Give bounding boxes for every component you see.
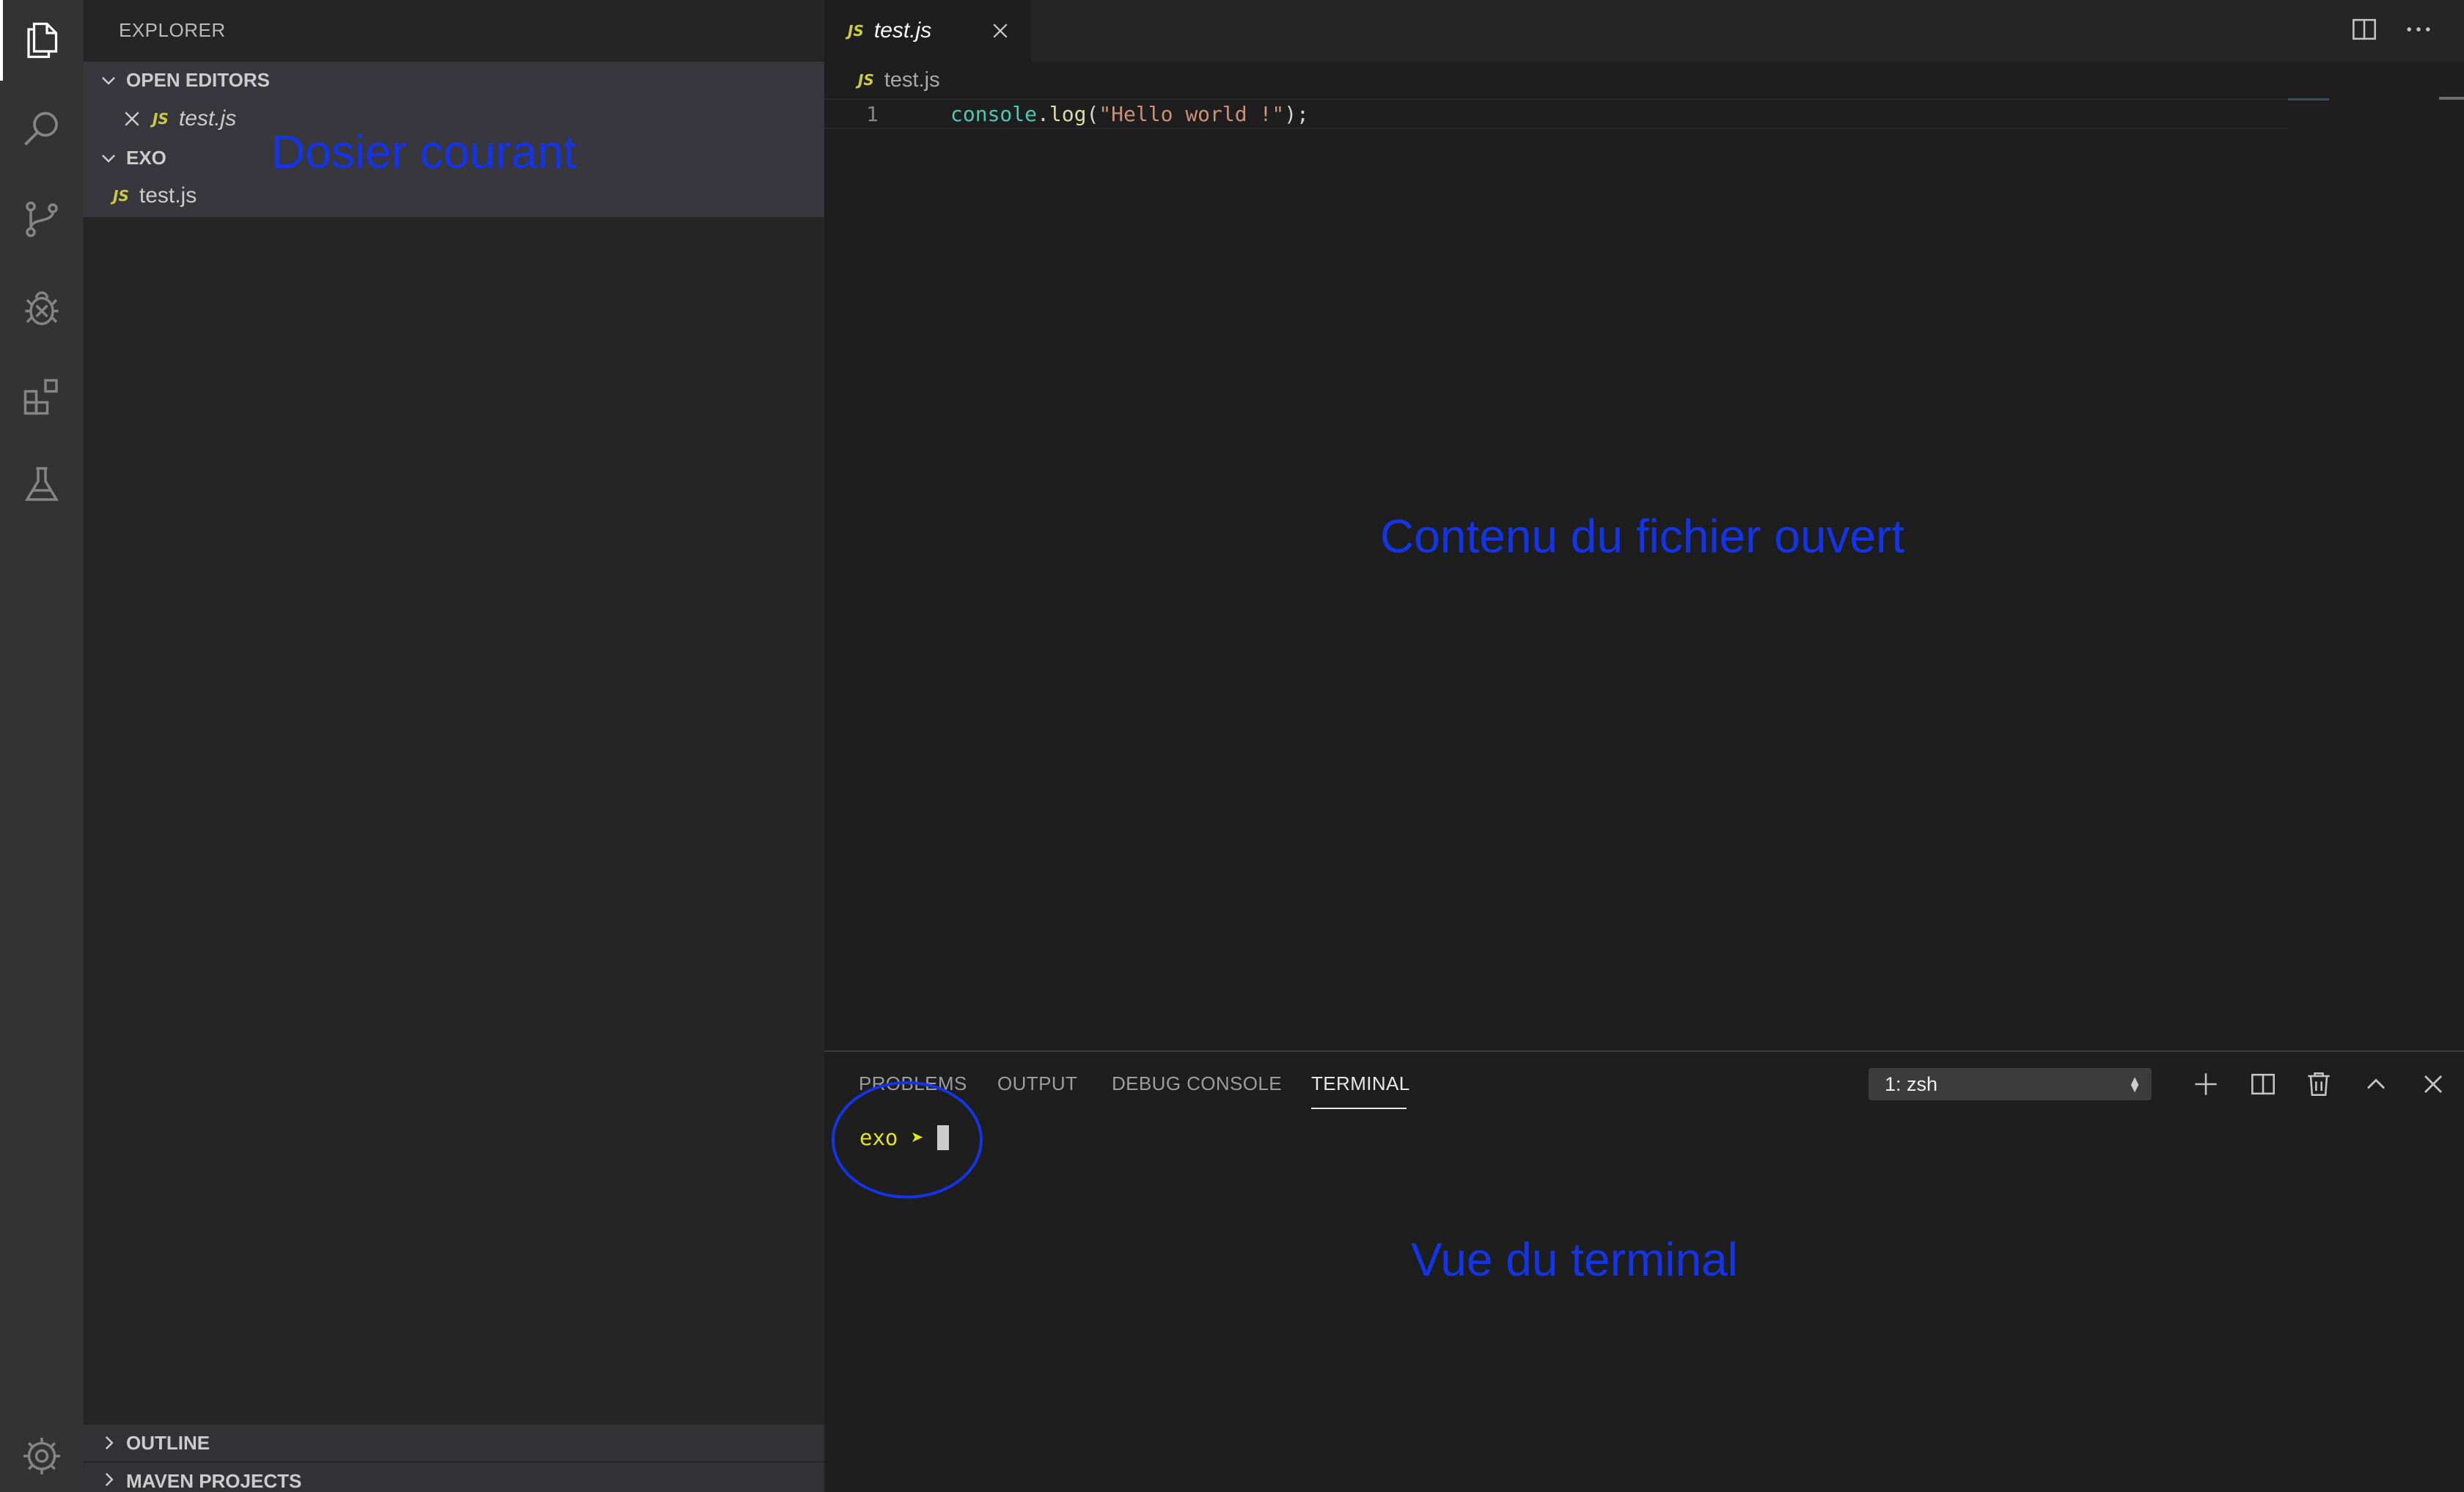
debug-icon[interactable] — [0, 267, 84, 348]
select-arrows-icon: ▲ ▼ — [2128, 1073, 2141, 1095]
tab-terminal[interactable]: TERMINAL — [1311, 1072, 1410, 1095]
split-terminal-icon[interactable] — [2247, 1068, 2279, 1100]
maximize-panel-icon[interactable] — [2360, 1068, 2392, 1100]
annotation-circle — [832, 1081, 983, 1199]
js-file-icon: JS — [858, 71, 874, 89]
chevron-right-icon — [91, 1470, 126, 1489]
open-editors-label: OPEN EDITORS — [126, 68, 271, 91]
trash-icon[interactable] — [2303, 1068, 2335, 1100]
chevron-down-icon — [91, 148, 126, 167]
annotation-file-content: Contenu du fichier ouvert — [1380, 510, 1905, 563]
code-token-dot: . — [1037, 101, 1049, 126]
source-control-icon[interactable] — [0, 179, 84, 260]
close-icon[interactable] — [122, 109, 142, 129]
gear-icon[interactable] — [0, 1416, 84, 1492]
minimap[interactable] — [2288, 98, 2464, 101]
terminal-select[interactable]: 1: zsh ▲ ▼ — [1869, 1068, 2152, 1100]
editor-actions — [2348, 13, 2435, 45]
sidebar-title: EXPLORER — [119, 19, 226, 41]
line-number: 1 — [866, 101, 879, 126]
open-editor-filename: test.js — [178, 106, 237, 131]
code-line[interactable]: 1 console.log("Hello world !"); — [824, 98, 2288, 129]
js-file-icon: JS — [848, 22, 864, 40]
close-icon[interactable] — [990, 21, 1011, 41]
more-actions-icon[interactable] — [2402, 13, 2435, 45]
code-token-object: console — [950, 101, 1038, 126]
explorer-sidebar: EXPLORER OPEN EDITORS JS test.js EXO JS … — [84, 0, 824, 1492]
code-token-function: log — [1049, 101, 1087, 126]
tab-label: test.js — [873, 18, 932, 43]
breadcrumb[interactable]: JS test.js — [858, 65, 940, 95]
open-editor-item[interactable]: JS test.js — [122, 100, 236, 137]
code-token-close: ); — [1284, 101, 1309, 126]
split-editor-icon[interactable] — [2348, 13, 2380, 45]
test-flask-icon[interactable] — [0, 445, 84, 525]
close-panel-icon[interactable] — [2417, 1068, 2449, 1100]
annotation-terminal-view: Vue du terminal — [1411, 1233, 1738, 1286]
activity-bar — [0, 0, 84, 1492]
explorer-icon[interactable] — [0, 0, 84, 81]
editor-tab-bar: JS test.js — [824, 0, 2464, 62]
code-token-open-paren: ( — [1086, 101, 1099, 126]
new-terminal-icon[interactable] — [2190, 1068, 2222, 1100]
folder-file-name: test.js — [139, 183, 197, 208]
chevron-right-icon — [91, 1433, 126, 1452]
annotation-current-folder: Dosier courant — [271, 125, 577, 178]
js-file-icon: JS — [113, 187, 129, 205]
folder-label: EXO — [126, 146, 166, 169]
outline-label: OUTLINE — [126, 1431, 210, 1454]
active-tab-indicator — [1311, 1108, 1407, 1109]
outline-header[interactable]: OUTLINE — [84, 1425, 824, 1461]
open-editors-header[interactable]: OPEN EDITORS — [84, 62, 824, 98]
maven-projects-label: MAVEN PROJECTS — [126, 1470, 302, 1492]
tab-output[interactable]: OUTPUT — [997, 1072, 1077, 1095]
folder-file-item[interactable]: JS test.js — [113, 178, 197, 214]
maven-projects-header[interactable]: MAVEN PROJECTS — [84, 1463, 824, 1492]
breadcrumb-filename: test.js — [884, 67, 940, 92]
terminal-select-value: 1: zsh — [1885, 1072, 1938, 1095]
js-file-icon: JS — [153, 110, 169, 128]
code-token-string: "Hello world !" — [1099, 101, 1285, 126]
overview-ruler — [2439, 97, 2464, 100]
search-icon[interactable] — [0, 89, 84, 170]
tab-debug-console[interactable]: DEBUG CONSOLE — [1112, 1072, 1282, 1095]
code-text: console.log("Hello world !"); — [950, 102, 1309, 126]
chevron-down-icon — [91, 70, 126, 89]
tab-test-js[interactable]: JS test.js — [824, 0, 1031, 62]
extensions-icon[interactable] — [0, 356, 84, 437]
